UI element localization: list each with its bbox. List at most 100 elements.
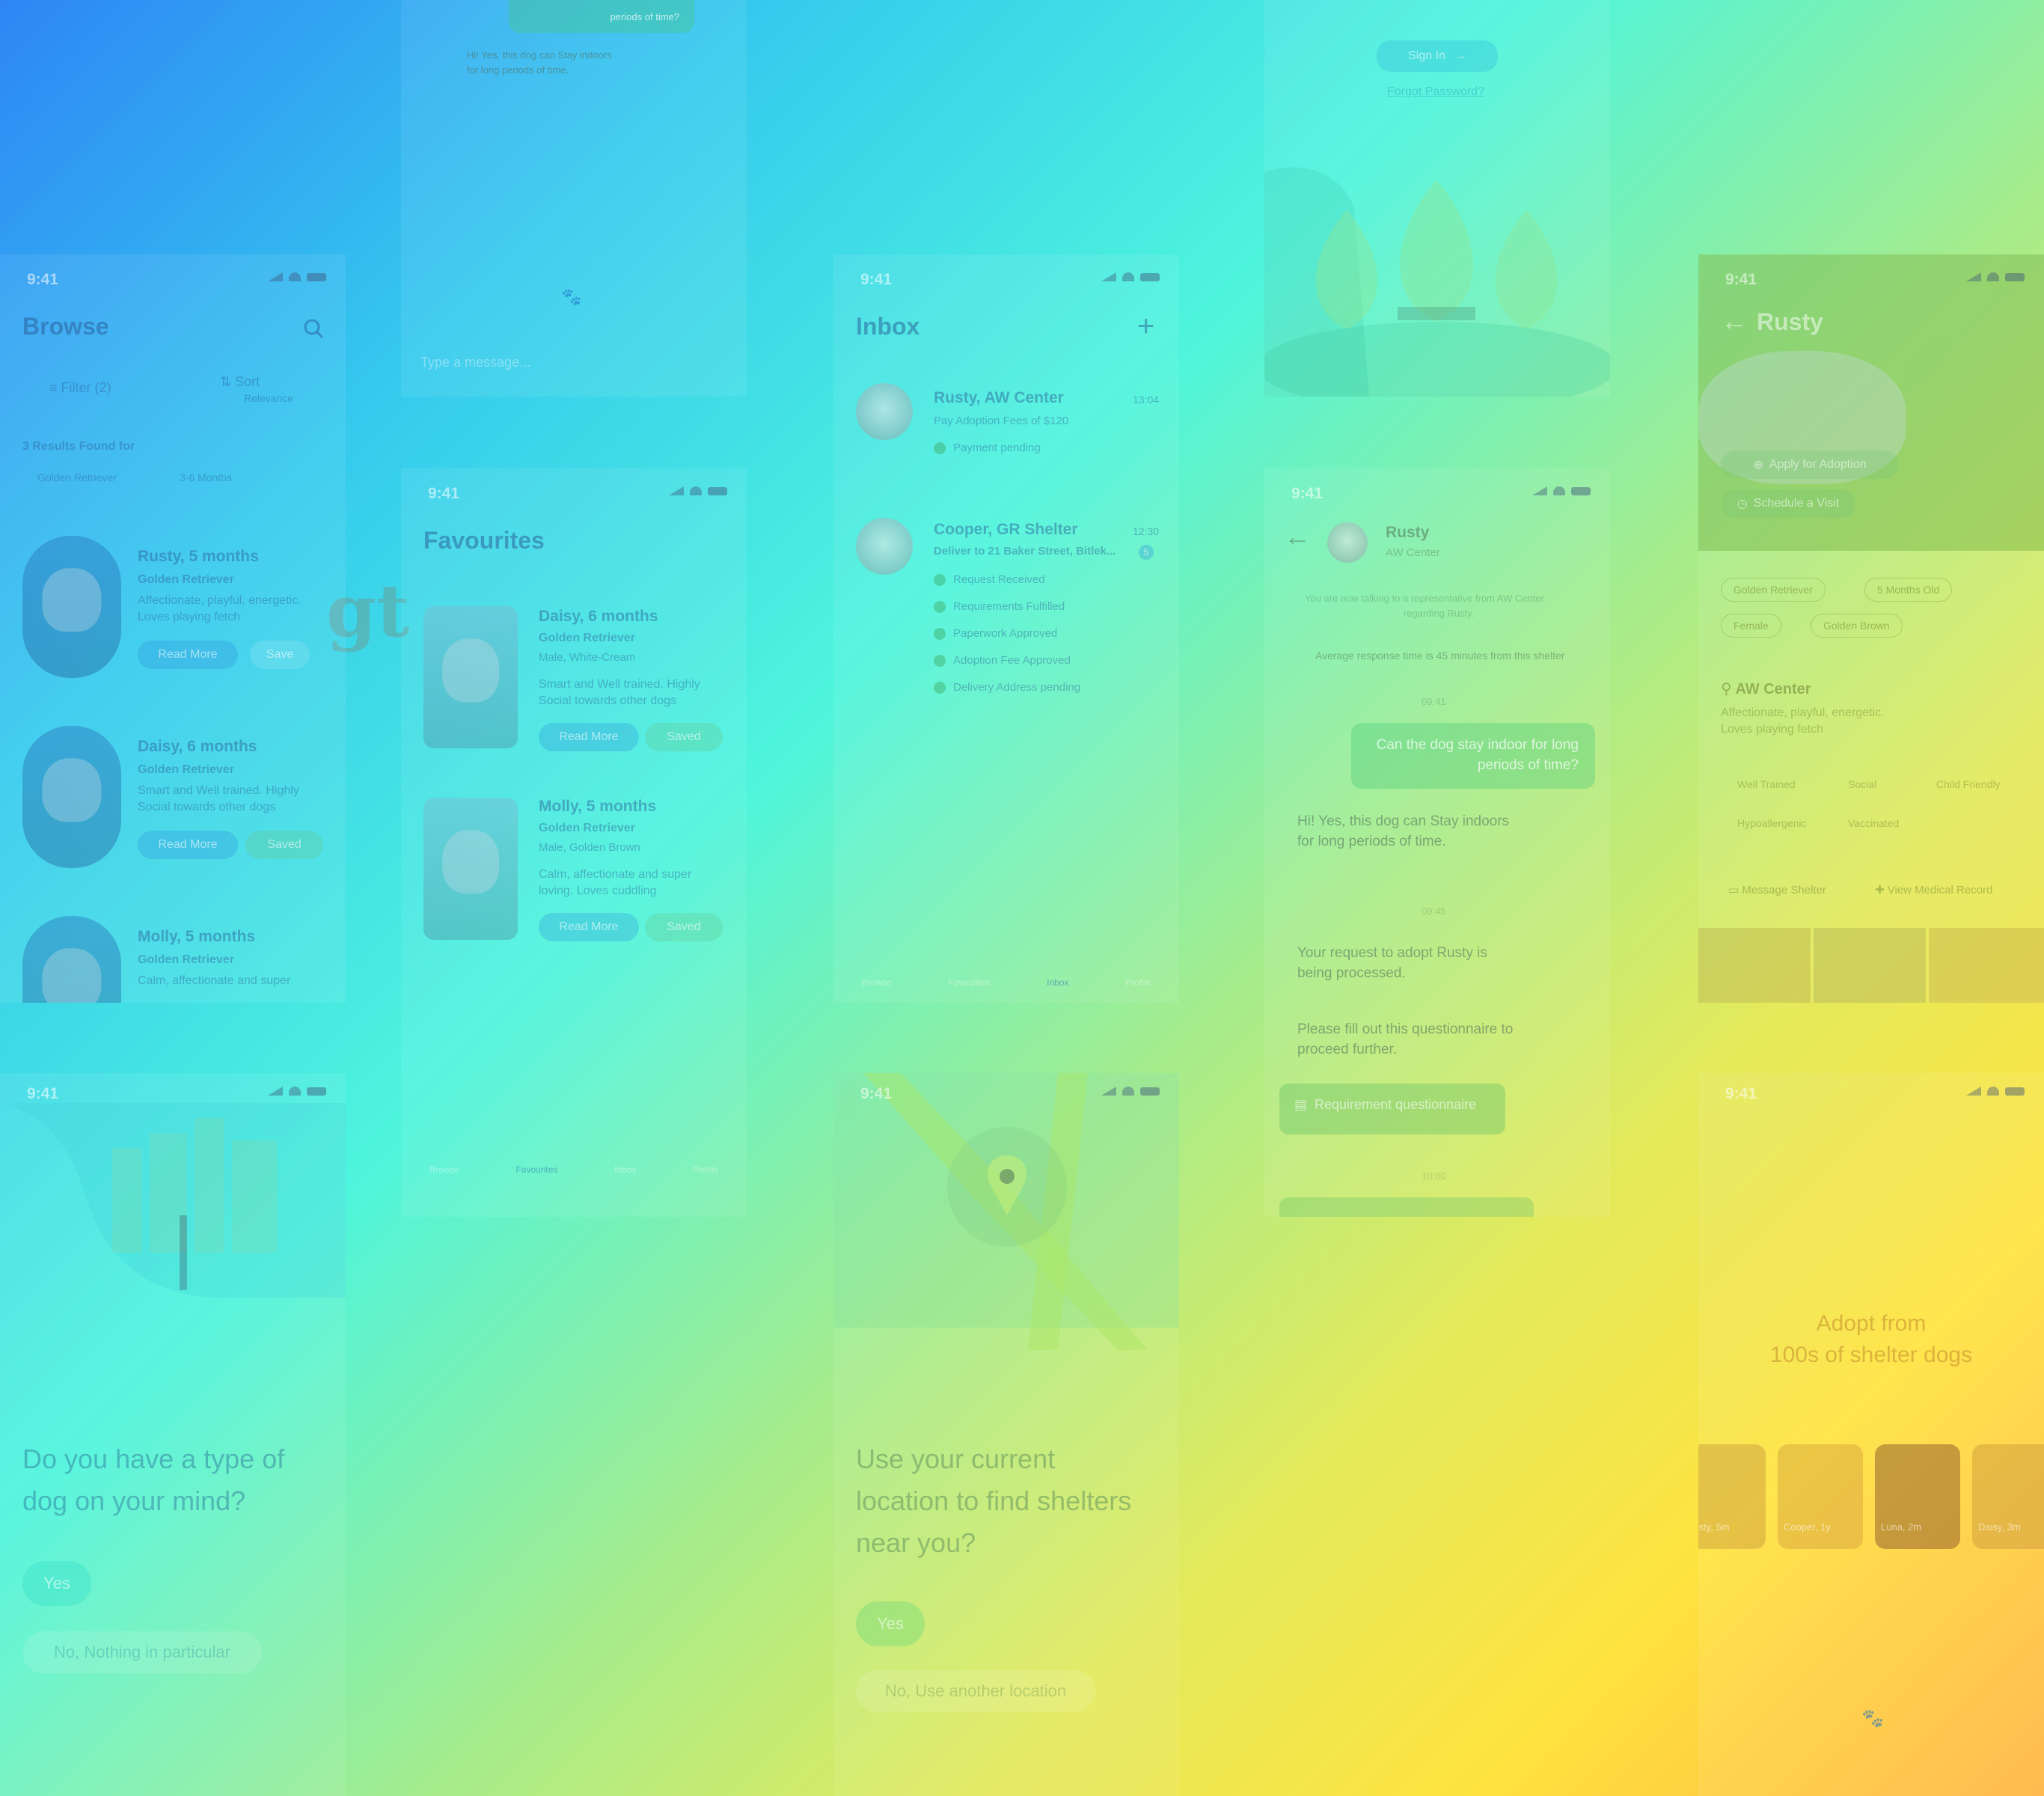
read-more-button[interactable]: Read More <box>138 831 238 859</box>
apply-adoption-button[interactable]: ⊕ Apply for Adoption <box>1721 450 1899 479</box>
received-message: Please fill out this questionnaire to <box>1297 1021 1514 1037</box>
message-line: periods of time? <box>1477 757 1579 773</box>
no-button[interactable]: No, Nothing in particular <box>22 1631 262 1673</box>
tab-favourites[interactable]: Favourites <box>948 977 990 988</box>
message-label: Message Shelter <box>1742 884 1826 897</box>
document-icon: ▤ <box>1294 1097 1308 1112</box>
trait-item: Vaccinated <box>1848 817 1900 829</box>
dog-photo[interactable] <box>22 916 121 1003</box>
read-more-button[interactable]: Read More <box>138 641 238 669</box>
tab-inbox[interactable]: Inbox <box>614 1164 636 1175</box>
avatar[interactable] <box>856 383 913 440</box>
saved-button[interactable]: Saved <box>645 723 723 751</box>
dog-card[interactable]: Cooper, 1y <box>1778 1444 1863 1549</box>
gallery-photo[interactable] <box>1698 928 1811 1003</box>
status-time: 9:41 <box>27 1085 59 1102</box>
tab-inbox[interactable]: Inbox <box>1047 977 1068 988</box>
dog-desc: Calm, affectionate and super <box>539 868 692 881</box>
check-icon <box>934 655 946 668</box>
shelter-label: AW Center <box>1735 681 1811 697</box>
chat-screen: 9:41 ← Rusty AW Center You are now talki… <box>1264 468 1610 1217</box>
dog-name: Daisy, 6 months <box>138 738 257 755</box>
tab-bar: Browse Favourites Inbox Profile <box>833 977 1179 988</box>
dog-photo[interactable] <box>22 536 121 678</box>
add-icon[interactable]: + <box>1137 310 1154 343</box>
chip-breed[interactable]: Golden Retriever <box>37 471 117 483</box>
schedule-visit-button[interactable]: ◷ Schedule a Visit <box>1721 489 1855 518</box>
tab-browse[interactable]: Browse <box>862 977 892 988</box>
yes-button[interactable]: Yes <box>856 1601 925 1646</box>
dog-desc: Smart and Well trained. Highly <box>138 784 299 797</box>
no-button[interactable]: No, Use another location <box>856 1670 1095 1712</box>
back-arrow-icon[interactable]: ← <box>1721 305 1748 337</box>
received-message: Hi! Yes, this dog can Stay indoors <box>1297 813 1510 829</box>
status-time: 9:41 <box>860 1085 893 1102</box>
apply-label: Apply for Adoption <box>1769 458 1867 471</box>
dog-card[interactable]: Daisy, 3m <box>1972 1444 2044 1549</box>
dog-name: Daisy, 6 months <box>539 608 658 625</box>
medical-record-button[interactable]: ✚ View Medical Record <box>1875 883 1992 897</box>
filter-label: Filter (2) <box>61 380 111 395</box>
questionnaire-button[interactable]: ▤ Requirement questionnaire <box>1279 1084 1505 1134</box>
tab-profile[interactable]: Profile <box>693 1164 718 1175</box>
dog-breed: Golden Retriever <box>138 953 234 966</box>
inbox-screen: 9:41 Inbox + Rusty, AW Center 13:04 Pay … <box>833 254 1179 1003</box>
dog-desc: loving. Loves cuddling <box>539 885 657 897</box>
step-item: Adoption Fee Approved <box>934 654 1071 668</box>
tab-profile[interactable]: Profile <box>1125 977 1151 988</box>
tag-age: 5 Months Old <box>1864 578 1953 602</box>
dog-photo[interactable] <box>22 726 121 868</box>
saved-button[interactable]: Saved <box>645 913 723 941</box>
dog-sub: Male, White-Cream <box>539 651 636 664</box>
step-text: Requirements Fulfilled <box>953 600 1065 613</box>
visit-label: Schedule a Visit <box>1753 497 1840 510</box>
dog-sub: Male, Golden Brown <box>539 841 640 854</box>
message-input[interactable]: Type a message... <box>420 355 530 370</box>
received-message: Your request to adopt Rusty is <box>1297 945 1487 961</box>
dog-card-label: Cooper, 1y <box>1784 1521 1831 1533</box>
save-button[interactable]: Save <box>250 641 310 669</box>
dog-desc: Social towards other dogs <box>539 694 677 707</box>
sort-sub: Relevance <box>244 392 294 404</box>
filter-button[interactable]: ≡ Filter (2) <box>49 380 111 396</box>
gallery-photo[interactable] <box>1814 928 1926 1003</box>
message-line: Can the dog stay indoor for long <box>1376 737 1579 753</box>
thread-preview: Deliver to 21 Baker Street, Bitlek... <box>934 545 1116 558</box>
dog-photo[interactable] <box>423 606 518 748</box>
search-icon[interactable] <box>302 317 325 340</box>
dog-card[interactable]: Rusty, 5m <box>1698 1444 1766 1549</box>
gallery-photo[interactable] <box>1929 928 2044 1003</box>
saved-button[interactable]: Saved <box>245 831 323 859</box>
tab-browse[interactable]: Browse <box>429 1164 459 1175</box>
read-more-button[interactable]: Read More <box>539 723 639 751</box>
timestamp: 10:00 <box>1422 1170 1446 1182</box>
dog-card[interactable]: Luna, 2m <box>1875 1444 1960 1549</box>
dog-photo[interactable] <box>423 798 518 940</box>
read-more-button[interactable]: Read More <box>539 913 639 941</box>
dog-name: Molly, 5 months <box>138 928 256 945</box>
check-icon <box>934 682 946 694</box>
avatar[interactable] <box>856 518 913 575</box>
sign-in-button[interactable]: Sign In → <box>1377 40 1498 72</box>
dog-desc: Loves playing fetch <box>138 611 240 623</box>
status-icons <box>1101 1087 1160 1096</box>
status-icons <box>1966 1087 2025 1096</box>
chip-age[interactable]: 3-6 Months <box>180 471 232 483</box>
forgot-password-link[interactable]: Forgot Password? <box>1387 85 1484 99</box>
filter-icon: ≡ <box>49 380 61 395</box>
back-arrow-icon[interactable]: ← <box>1284 521 1311 552</box>
plus-circle-icon: ⊕ <box>1753 459 1763 471</box>
bubble-text: periods of time? <box>610 11 680 22</box>
chat-name: Rusty <box>1386 524 1430 541</box>
step-text: Request Received <box>953 573 1045 586</box>
tab-favourites[interactable]: Favourites <box>515 1164 557 1175</box>
system-notice: You are now talking to a representative … <box>1305 593 1544 604</box>
check-icon <box>934 442 946 455</box>
sort-button[interactable]: ⇅ Sort <box>220 374 260 390</box>
message-shelter-button[interactable]: ▭ Message Shelter <box>1728 883 1826 897</box>
thread-name: Cooper, GR Shelter <box>934 521 1078 538</box>
system-notice: regarding Rusty. <box>1404 608 1475 619</box>
headline-line: Adopt from <box>1816 1311 1927 1336</box>
yes-button[interactable]: Yes <box>22 1561 91 1606</box>
dog-desc: Loves playing fetch <box>1721 723 1823 736</box>
